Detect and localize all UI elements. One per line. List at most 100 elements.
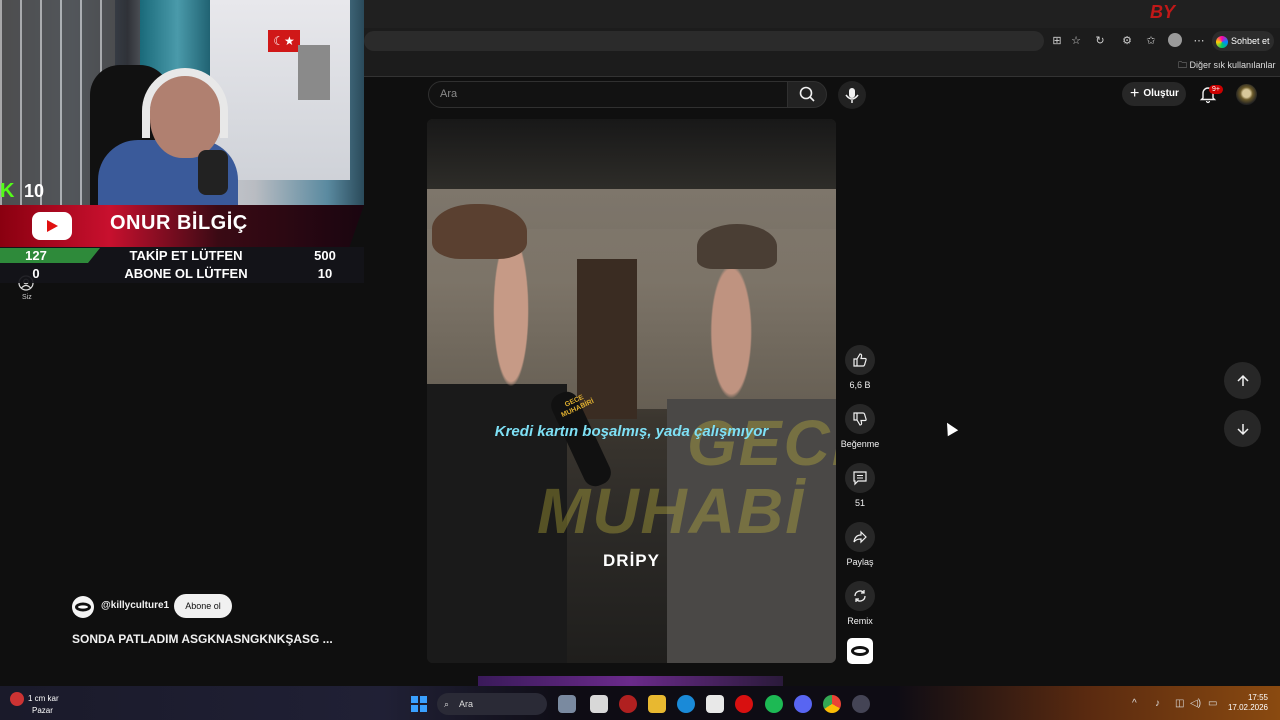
folder-icon: 🗀 — [1178, 60, 1190, 70]
network-icon[interactable]: ◫ — [1175, 698, 1184, 709]
weather-widget[interactable]: 1 cm kar Pazar — [10, 692, 59, 716]
opera-gx-icon[interactable] — [735, 695, 753, 713]
create-label: Oluştur — [1143, 88, 1179, 99]
more-menu-icon[interactable]: ⋯ — [1193, 35, 1205, 47]
webcam-overlay: ☾★ — [0, 0, 364, 205]
windows-start-icon[interactable] — [411, 696, 427, 712]
taskbar-widget-icon[interactable] — [558, 695, 576, 713]
thumbs-down-icon — [853, 412, 867, 426]
previous-short-button[interactable] — [1224, 362, 1261, 399]
account-avatar[interactable] — [1236, 84, 1257, 105]
search-icon — [799, 86, 815, 102]
microphone-icon — [845, 88, 859, 103]
weather-text: 1 cm kar — [28, 694, 59, 704]
taskbar-search[interactable]: ⌕ Ara — [437, 693, 547, 715]
dislike-button[interactable]: Beğenme — [841, 404, 879, 449]
turkish-flag: ☾★ — [268, 30, 300, 52]
clock-date: 17.02.2026 — [1227, 703, 1268, 712]
create-button[interactable]: + Oluştur — [1122, 82, 1186, 106]
windows-taskbar — [0, 686, 1280, 720]
follow-goal-row: 127 TAKİP ET LÜTFEN 500 — [0, 248, 364, 266]
voice-search-button[interactable] — [838, 81, 866, 109]
sound-thumbnail[interactable] — [847, 638, 873, 664]
weather-icon — [10, 692, 24, 706]
search-button[interactable] — [787, 81, 827, 108]
other-favorites-folder[interactable]: 🗀 Diğer sık kullanılanlar — [1178, 58, 1276, 74]
clock-time: 17:55 — [1247, 693, 1268, 702]
copilot-button[interactable]: Sohbet et — [1212, 31, 1274, 51]
favorite-star-icon[interactable]: ☆ — [1070, 35, 1082, 47]
volume-icon[interactable]: ◁) — [1190, 698, 1201, 709]
kick-logo-icon: K — [0, 180, 15, 202]
thumbs-up-icon — [853, 353, 867, 367]
share-icon — [853, 530, 867, 544]
microphone-tray-icon[interactable]: ♪ — [1155, 698, 1160, 709]
taskbar-clock[interactable]: 17:55 17.02.2026 — [1222, 693, 1268, 713]
chevron-up-icon[interactable]: ^ — [1132, 698, 1137, 709]
dislike-label: Beğenme — [840, 439, 880, 449]
subscribe-goal-row: 0 ABONE OL LÜTFEN 10 — [0, 266, 364, 284]
mouse-cursor — [941, 419, 959, 437]
file-explorer-icon[interactable] — [648, 695, 666, 713]
arrow-down-icon — [1236, 423, 1249, 435]
video-host-hair — [697, 224, 777, 269]
battery-icon[interactable]: ▭ — [1208, 698, 1217, 709]
follow-goal-target: 500 — [314, 248, 336, 263]
video-subtitle: Kredi kartın boşalmış, yada çalışmıyor — [494, 423, 769, 440]
taskbar-search-placeholder: Ara — [459, 699, 474, 709]
short-video-player[interactable]: GECEMUHABİ GECEMUHABİRİ Kredi kartın boş… — [427, 119, 836, 663]
task-view-icon[interactable] — [590, 695, 608, 713]
streamer-name: ONUR BİLGİÇ — [110, 212, 248, 234]
youtube-logo-icon — [32, 212, 72, 240]
comments-button[interactable]: 51 — [845, 463, 875, 508]
discord-icon[interactable] — [794, 695, 812, 713]
watermark-line-2: MUHABİ — [537, 475, 805, 547]
channel-logo-icon — [75, 602, 91, 612]
remix-label: Remix — [847, 616, 873, 626]
webcam-poster — [298, 45, 330, 100]
notification-badge: 9+ — [1209, 85, 1223, 94]
search-input[interactable]: Ara — [428, 81, 788, 108]
follow-goal-text: TAKİP ET LÜTFEN — [129, 248, 243, 263]
comment-count: 51 — [854, 498, 865, 508]
copilot-label: Sohbet et — [1231, 36, 1270, 46]
channel-avatar[interactable] — [72, 596, 94, 618]
obs-icon[interactable] — [852, 695, 870, 713]
search-icon: ⌕ — [444, 699, 450, 709]
video-guest-hair — [432, 204, 527, 259]
edge-browser-icon[interactable] — [677, 695, 695, 713]
share-button[interactable]: Paylaş — [845, 522, 875, 567]
address-bar[interactable] — [364, 31, 1044, 51]
recorder-watermark: BY — [1150, 2, 1176, 22]
share-label: Paylaş — [846, 557, 874, 567]
plus-icon: + — [1130, 85, 1140, 102]
store-icon[interactable] — [706, 695, 724, 713]
like-button[interactable]: 6,6 B — [845, 345, 875, 390]
subscribe-goal-target: 10 — [317, 266, 333, 281]
video-progress-area[interactable] — [478, 676, 783, 686]
subscribe-button[interactable]: Abone ol — [174, 594, 232, 618]
remix-button[interactable]: Remix — [845, 581, 875, 626]
spotify-icon[interactable] — [765, 695, 783, 713]
favorites-icon[interactable]: ✩ — [1145, 35, 1157, 47]
refresh-extension-icon[interactable]: ↻ — [1094, 35, 1106, 47]
remix-icon — [854, 590, 866, 602]
chrome-icon[interactable] — [823, 695, 841, 713]
other-favorites-label: Diğer sık kullanılanlar — [1189, 60, 1276, 70]
streamer-microphone — [198, 150, 228, 195]
profile-icon[interactable] — [1168, 33, 1182, 47]
copilot-icon — [1216, 35, 1228, 48]
app-red-icon[interactable] — [619, 695, 637, 713]
extensions-icon[interactable]: ⚙ — [1121, 35, 1133, 47]
like-count: 6,6 B — [849, 380, 871, 390]
short-title[interactable]: SONDA PATLADIM ASGKNASNGKNKŞASG ... — [72, 632, 333, 646]
next-short-button[interactable] — [1224, 410, 1261, 447]
subscribe-goal-text: ABONE OL LÜTFEN — [124, 266, 248, 281]
arrow-up-icon — [1236, 374, 1249, 386]
follow-goal-count: 127 — [25, 248, 47, 263]
weather-day: Pazar — [32, 706, 53, 715]
channel-name[interactable]: @killyculture1 — [101, 600, 169, 611]
kick-viewer-count: 10 — [24, 181, 45, 201]
video-brand-watermark: DRİPY — [603, 551, 660, 570]
app-available-icon[interactable]: ⊞ — [1051, 35, 1063, 47]
